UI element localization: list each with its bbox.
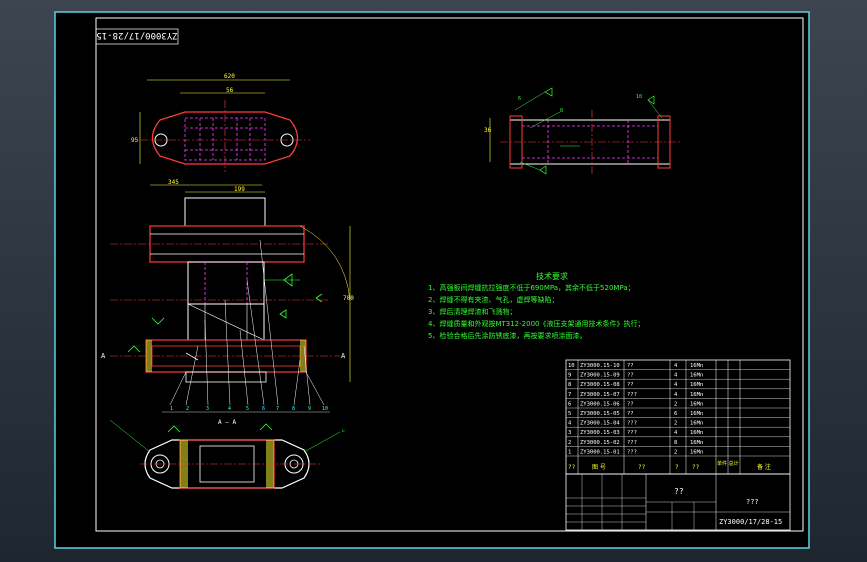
dim-top-inner: 56	[226, 87, 234, 94]
bom-cell-code: ZY3000.15-05	[580, 411, 620, 417]
bom-cell-qty: 2	[674, 401, 677, 407]
callout-2: 2	[186, 406, 189, 412]
callout-9: 9	[308, 406, 311, 412]
bom-cell-code: ZY3000.15-01	[580, 449, 620, 455]
dim-height-total: 700	[343, 295, 354, 302]
callout-7: 7	[276, 406, 279, 412]
note-5: 5、检验合格后先涂防锈底漆，再按要求喷涂面漆。	[428, 331, 586, 340]
svg-text:▷: ▷	[342, 428, 345, 434]
dim-mid-w2: 199	[234, 186, 245, 193]
bom-cell-code: ZY3000.15-06	[580, 401, 620, 407]
bom-header-note: 备 注	[757, 463, 771, 471]
bom-cell-name: ??	[627, 411, 634, 417]
drawing-number: ZY3000/17/28-15	[719, 518, 782, 526]
bom-header-name: ??	[638, 464, 646, 471]
notes-heading: 技术要求	[536, 271, 568, 281]
bom-cell-name: ???	[627, 440, 637, 446]
callout-8: 8	[292, 406, 295, 412]
cad-viewport[interactable]: ZY3000/17/28-15 620 56 95 345 199 700 A …	[0, 0, 867, 562]
bom-cell-code: ZY3000.15-07	[580, 392, 620, 398]
callout-4: 4	[228, 406, 231, 412]
bom-cell-no: 6	[568, 401, 571, 407]
bom-cell-code: ZY3000.15-09	[580, 373, 620, 379]
weld-size-2: 8	[560, 108, 563, 114]
bom-cell-code: ZY3000.15-08	[580, 382, 620, 388]
bom-cell-code: ZY3000.15-04	[580, 421, 620, 427]
bom-cell-mat: 16Mn	[690, 401, 703, 407]
bom-cell-mat: 16Mn	[690, 421, 703, 427]
bom-header-code: 图 号	[592, 464, 606, 471]
bom-header-mat: ??	[692, 464, 700, 471]
bom-cell-no: 10	[568, 363, 575, 369]
dim-right-len: 36	[484, 127, 492, 134]
drawing-number-mirrored: ZY3000/17/28-15	[96, 30, 177, 40]
bom-cell-name: ??	[627, 401, 634, 407]
note-3: 3、焊后清理焊渣和飞溅物；	[428, 307, 516, 316]
bom-header-qty: ?	[675, 464, 679, 471]
bom-cell-mat: 16Mn	[690, 373, 703, 379]
bom-cell-name: ??	[627, 373, 634, 379]
dim-top-height: 95	[131, 137, 139, 144]
bom-cell-qty: 2	[674, 449, 677, 455]
bom-cell-no: 5	[568, 411, 571, 417]
callout-5: 5	[246, 406, 249, 412]
bom-cell-qty: 2	[674, 421, 677, 427]
bom-header-weight: 单件 总计	[717, 460, 739, 467]
bom-cell-mat: 16Mn	[690, 449, 703, 455]
bom-cell-no: 8	[568, 382, 571, 388]
bom-cell-name: ???	[627, 449, 637, 455]
bom-cell-mat: 16Mn	[690, 382, 703, 388]
bom-cell-mat: 16Mn	[690, 430, 703, 436]
title-main: ???	[746, 498, 759, 506]
bom-cell-no: 2	[568, 440, 571, 446]
weld-size-3: 10	[636, 94, 642, 100]
bom-cell-mat: 16Mn	[690, 440, 703, 446]
callout-6: 6	[262, 406, 265, 412]
bom-cell-name: ??	[627, 382, 634, 388]
bom-cell-code: ZY3000.15-02	[580, 440, 620, 446]
dim-mid-w1: 345	[168, 179, 179, 186]
bom-cell-mat: 16Mn	[690, 363, 703, 369]
bom-cell-code: ZY3000.15-10	[580, 363, 620, 369]
note-1: 1、高强板间焊缝抗拉强度不低于690MPa，其余不低于520MPa；	[428, 283, 635, 292]
bom-cell-no: 3	[568, 430, 571, 436]
bom-cell-mat: 16Mn	[690, 411, 703, 417]
bom-cell-mat: 16Mn	[690, 392, 703, 398]
bom-cell-no: 7	[568, 392, 571, 398]
bom-cell-no: 9	[568, 373, 571, 379]
bom-cell-no: 1	[568, 449, 571, 455]
callout-10: 10	[322, 406, 328, 412]
bom-cell-code: ZY3000.15-03	[580, 430, 620, 436]
bom-cell-name: ???	[627, 430, 637, 436]
callout-3: 3	[206, 406, 209, 412]
bom-header-no: ??	[568, 464, 576, 471]
title-unknown: ??	[674, 487, 684, 496]
weld-size-1: 6	[518, 96, 521, 102]
bom-cell-qty: 6	[674, 411, 677, 417]
note-2: 2、焊缝不得有夹渣、气孔，虚焊等缺陷；	[428, 295, 558, 304]
section-label: A — A	[218, 419, 236, 426]
bom-cell-name: ???	[627, 421, 637, 427]
bom-cell-name: ???	[627, 392, 637, 398]
dim-top-width: 620	[224, 73, 235, 80]
bom-cell-qty: 8	[674, 440, 677, 446]
bom-cell-name: ??	[627, 363, 634, 369]
note-4: 4、焊缝质量和外观按MT312-2000《液压支架通用技术条件》执行；	[428, 319, 644, 328]
drawing-svg: ZY3000/17/28-15 620 56 95 345 199 700 A …	[54, 11, 810, 549]
callout-1: 1	[170, 406, 173, 412]
